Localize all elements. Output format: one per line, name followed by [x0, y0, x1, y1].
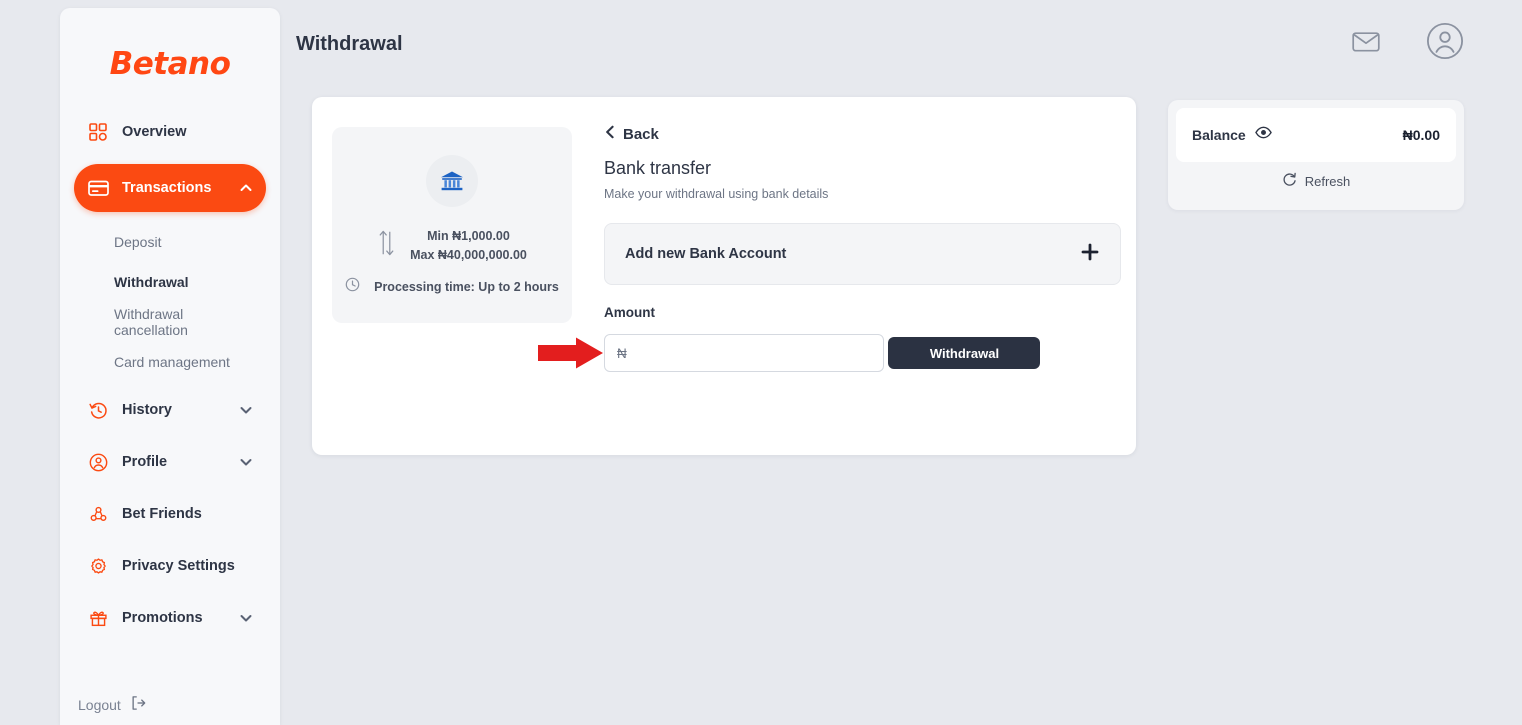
page-root: Betano Overview Transactions Deposit Wit…: [0, 0, 1522, 725]
sidebar-subitem-card-management[interactable]: Card management: [74, 342, 266, 382]
gear-icon: [86, 555, 110, 577]
add-bank-account-button[interactable]: Add new Bank Account: [604, 223, 1121, 285]
balance-amount: ₦0.00: [1402, 127, 1440, 143]
min-amount-text: Min ₦1,000.00: [427, 229, 510, 243]
sidebar-subitem-label: Withdrawal cancellation: [114, 306, 188, 338]
envelope-icon[interactable]: [1352, 30, 1380, 52]
sidebar-subitem-deposit[interactable]: Deposit: [74, 222, 266, 262]
sidebar-subitem-label: Card management: [114, 354, 230, 370]
brand-logo[interactable]: Betano: [60, 8, 280, 112]
sidebar-item-profile[interactable]: Profile: [74, 442, 266, 482]
no-chevron: [238, 506, 254, 522]
add-bank-account-label: Add new Bank Account: [625, 246, 787, 262]
sidebar-item-privacy-settings[interactable]: Privacy Settings: [74, 546, 266, 586]
chevron-down-icon[interactable]: [238, 402, 254, 418]
plus-icon: [1080, 242, 1100, 266]
refresh-button[interactable]: Refresh: [1168, 172, 1464, 190]
back-label: Back: [623, 125, 659, 143]
gift-icon: [86, 607, 110, 629]
withdrawal-form: Back Bank transfer Make your withdrawal …: [604, 125, 1121, 372]
user-circle-icon: [86, 451, 110, 473]
balance-panel: Balance ₦0.00 Refresh: [1168, 100, 1464, 210]
amount-label: Amount: [604, 305, 655, 320]
no-chevron: [238, 558, 254, 574]
sidebar-subitem-label: Withdrawal: [114, 274, 189, 290]
refresh-label: Refresh: [1304, 173, 1351, 189]
processing-time-row: Processing time: Up to 2 hours: [332, 277, 572, 297]
friends-icon: [86, 503, 110, 525]
processing-time-text: Processing time: Up to 2 hours: [374, 280, 559, 294]
amount-input[interactable]: [604, 334, 884, 372]
sidebar-item-label: History: [122, 402, 172, 418]
sidebar: Betano Overview Transactions Deposit Wit…: [60, 8, 280, 725]
logout-label: Logout: [78, 696, 121, 713]
sidebar-item-bet-friends[interactable]: Bet Friends: [74, 494, 266, 534]
logout-icon: [129, 694, 147, 715]
sidebar-item-label: Transactions: [122, 180, 212, 196]
method-subtitle: Make your withdrawal using bank details: [604, 187, 829, 201]
card-icon: [86, 177, 110, 199]
sidebar-subitem-label: Deposit: [114, 234, 162, 250]
no-chevron: [238, 124, 254, 140]
max-amount-text: Max ₦40,000,000.00: [410, 247, 527, 262]
sidebar-item-label: Privacy Settings: [122, 558, 235, 574]
sidebar-subitem-withdrawal-cancellation[interactable]: Withdrawal cancellation: [74, 302, 266, 342]
balance-left: Balance: [1192, 126, 1272, 144]
back-button[interactable]: Back: [604, 125, 659, 143]
withdrawal-card: Min ₦1,000.00 Max ₦40,000,000.00 Process…: [312, 97, 1136, 455]
eye-icon[interactable]: [1254, 126, 1272, 144]
chevron-up-icon[interactable]: [238, 180, 254, 196]
brand-logo-text: Betano: [109, 46, 231, 82]
method-info-box: Min ₦1,000.00 Max ₦40,000,000.00 Process…: [332, 127, 572, 323]
chevron-down-icon[interactable]: [238, 454, 254, 470]
chevron-down-icon[interactable]: [238, 610, 254, 626]
user-circle-icon[interactable]: [1426, 22, 1464, 60]
balance-label: Balance: [1192, 127, 1246, 143]
sidebar-nav: Overview Transactions Deposit Withdrawal…: [60, 112, 280, 638]
up-down-arrows-icon: [377, 228, 396, 263]
sidebar-item-overview[interactable]: Overview: [74, 112, 266, 152]
sidebar-item-label: Profile: [122, 454, 168, 470]
page-title: Withdrawal: [296, 33, 403, 55]
sidebar-item-transactions[interactable]: Transactions: [74, 164, 266, 212]
refresh-icon: [1282, 172, 1297, 190]
limits-row: Min ₦1,000.00 Max ₦40,000,000.00: [332, 227, 572, 265]
bank-building-icon: [426, 155, 478, 207]
grid-icon: [86, 121, 110, 143]
sidebar-subitem-withdrawal[interactable]: Withdrawal: [74, 262, 266, 302]
withdrawal-submit-button[interactable]: Withdrawal: [888, 337, 1041, 369]
sidebar-item-label: Bet Friends: [122, 506, 202, 522]
clock-icon: [345, 277, 360, 297]
sidebar-item-label: Overview: [122, 124, 187, 140]
limits-text: Min ₦1,000.00 Max ₦40,000,000.00: [410, 227, 527, 265]
sidebar-item-label: Promotions: [122, 610, 203, 626]
transactions-submenu: Deposit Withdrawal Withdrawal cancellati…: [74, 222, 266, 382]
method-title: Bank transfer: [604, 158, 712, 178]
history-clock-icon: [86, 399, 110, 421]
balance-row: Balance ₦0.00: [1176, 108, 1456, 162]
sidebar-item-promotions[interactable]: Promotions: [74, 598, 266, 638]
sidebar-item-history[interactable]: History: [74, 390, 266, 430]
chevron-left-icon: [604, 125, 616, 143]
logout-button[interactable]: Logout: [78, 694, 147, 715]
header-actions: [1352, 22, 1464, 60]
